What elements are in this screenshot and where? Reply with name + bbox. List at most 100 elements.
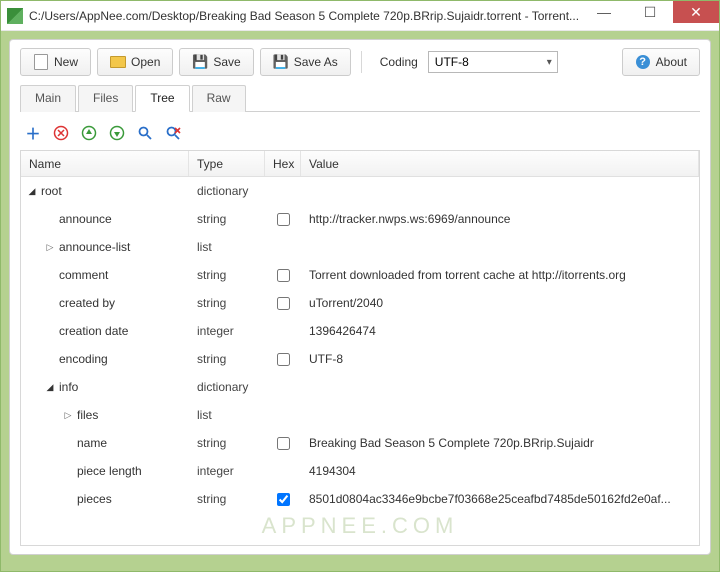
tree-row[interactable]: piece length integer 4194304: [21, 457, 699, 485]
tab-tree[interactable]: Tree: [135, 85, 189, 112]
node-type: list: [189, 408, 265, 422]
collapse-icon[interactable]: ◢: [45, 382, 55, 393]
tab-files[interactable]: Files: [78, 85, 133, 112]
col-value[interactable]: Value: [301, 151, 699, 176]
delete-icon[interactable]: [52, 124, 70, 142]
tab-strip: MainFilesTreeRaw: [20, 84, 700, 112]
node-name: piece length: [77, 464, 142, 478]
node-type: string: [189, 352, 265, 366]
coding-select[interactable]: [428, 51, 558, 73]
col-hex[interactable]: Hex: [265, 151, 301, 176]
hex-cell: [265, 493, 301, 506]
coding-select-wrap: [428, 51, 558, 73]
tree-row[interactable]: name string Breaking Bad Season 5 Complete…: [21, 429, 699, 457]
tree-row[interactable]: announce string http://tracker.nwps.ws:696…: [21, 205, 699, 233]
open-label: Open: [131, 55, 160, 69]
minimize-button[interactable]: —: [581, 1, 627, 23]
node-name: info: [59, 380, 78, 394]
titlebar: C:/Users/AppNee.com/Desktop/Breaking Bad…: [1, 1, 719, 31]
node-value: uTorrent/2040: [301, 296, 699, 310]
maximize-button[interactable]: ☐: [627, 1, 673, 23]
tree-row[interactable]: ▷announce-listlist: [21, 233, 699, 261]
hex-cell: [265, 213, 301, 226]
coding-label: Coding: [380, 55, 418, 69]
inner-panel: New Open Save Save As Coding About MainF…: [9, 39, 711, 555]
tree-row[interactable]: pieces string 8501d0804ac3346e9bcbe7f03668…: [21, 485, 699, 513]
tree-row[interactable]: ◢rootdictionary: [21, 177, 699, 205]
node-name: files: [77, 408, 98, 422]
save-as-button[interactable]: Save As: [260, 48, 351, 76]
tree-row[interactable]: ◢ info dictionary: [21, 373, 699, 401]
tree-row[interactable]: commentstringTorrent downloaded from tor…: [21, 261, 699, 289]
node-name: encoding: [59, 352, 108, 366]
node-name: pieces: [77, 492, 112, 506]
window-controls: — ☐ ✕: [581, 1, 719, 30]
find-icon[interactable]: [136, 124, 154, 142]
node-value: Breaking Bad Season 5 Complete 720p.BRri…: [301, 436, 699, 450]
tree-row[interactable]: encodingstringUTF-8: [21, 345, 699, 373]
col-type[interactable]: Type: [189, 151, 265, 176]
node-type: string: [189, 296, 265, 310]
node-name: announce: [59, 212, 112, 226]
node-value: 4194304: [301, 464, 699, 478]
node-type: string: [189, 212, 265, 226]
tree-body[interactable]: ◢rootdictionary announce string http://trac…: [21, 177, 699, 545]
hex-checkbox[interactable]: [277, 269, 290, 282]
node-type: dictionary: [189, 380, 265, 394]
app-icon: [7, 8, 23, 24]
col-name[interactable]: Name: [21, 151, 189, 176]
new-button[interactable]: New: [20, 48, 91, 76]
node-value: 1396426474: [301, 324, 699, 338]
node-type: integer: [189, 464, 265, 478]
find-clear-icon[interactable]: [164, 124, 182, 142]
hex-cell: [265, 269, 301, 282]
node-type: string: [189, 436, 265, 450]
tab-raw[interactable]: Raw: [192, 85, 246, 112]
new-icon: [33, 54, 49, 70]
toolbar: New Open Save Save As Coding About: [20, 48, 700, 84]
save-as-label: Save As: [294, 55, 338, 69]
window-title: C:/Users/AppNee.com/Desktop/Breaking Bad…: [29, 9, 581, 23]
hex-checkbox[interactable]: [277, 493, 290, 506]
save-button[interactable]: Save: [179, 48, 253, 76]
node-value: 8501d0804ac3346e9bcbe7f03668e25ceafbd748…: [301, 492, 699, 506]
tree-row[interactable]: creation date integer 1396426474: [21, 317, 699, 345]
node-name: name: [77, 436, 107, 450]
move-down-icon[interactable]: [108, 124, 126, 142]
expand-icon[interactable]: ▷: [45, 242, 55, 253]
watermark: APPNEE.COM: [262, 513, 459, 539]
node-name: created by: [59, 296, 115, 310]
tree-row[interactable]: ▷ files list: [21, 401, 699, 429]
node-type: dictionary: [189, 184, 265, 198]
footer-gap: [9, 555, 711, 563]
folder-icon: [110, 54, 126, 70]
node-value: http://tracker.nwps.ws:6969/announce: [301, 212, 699, 226]
tree-panel: Name Type Hex Value ◢rootdictionaryannou…: [20, 150, 700, 546]
add-icon[interactable]: ＋: [24, 124, 42, 142]
about-button[interactable]: About: [622, 48, 700, 76]
about-label: About: [656, 55, 687, 69]
hex-checkbox[interactable]: [277, 353, 290, 366]
node-name: creation date: [59, 324, 128, 338]
expand-icon[interactable]: ▷: [63, 410, 73, 421]
node-type: list: [189, 240, 265, 254]
save-icon: [192, 54, 208, 70]
tree-action-bar: ＋: [20, 116, 700, 150]
hex-checkbox[interactable]: [277, 437, 290, 450]
node-type: integer: [189, 324, 265, 338]
save-label: Save: [213, 55, 240, 69]
node-type: string: [189, 492, 265, 506]
close-button[interactable]: ✕: [673, 1, 719, 23]
hex-checkbox[interactable]: [277, 297, 290, 310]
open-button[interactable]: Open: [97, 48, 173, 76]
tab-main[interactable]: Main: [20, 85, 76, 112]
help-icon: [635, 54, 651, 70]
hex-checkbox[interactable]: [277, 213, 290, 226]
node-value: Torrent downloaded from torrent cache at…: [301, 268, 699, 282]
save-icon: [273, 54, 289, 70]
hex-cell: [265, 437, 301, 450]
move-up-icon[interactable]: [80, 124, 98, 142]
collapse-icon[interactable]: ◢: [27, 186, 37, 197]
tree-row[interactable]: created by string uTorrent/2040: [21, 289, 699, 317]
new-label: New: [54, 55, 78, 69]
